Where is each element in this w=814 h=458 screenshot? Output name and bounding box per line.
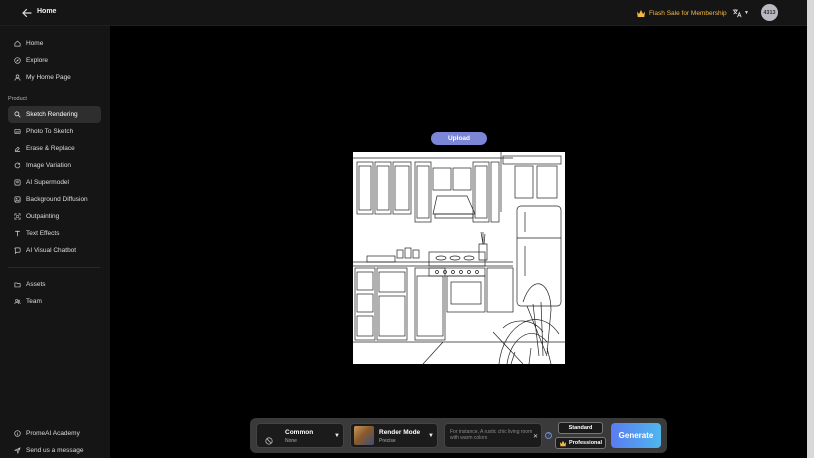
flash-sale-link[interactable]: Flash Sale for Membership bbox=[636, 7, 727, 19]
render-mode-selector[interactable]: Render Mode Precise ▼ bbox=[350, 423, 438, 448]
crown-icon bbox=[637, 9, 645, 17]
flash-sale-label: Flash Sale for Membership bbox=[649, 9, 727, 17]
sidebar-item-label: Team bbox=[26, 298, 42, 305]
caret-down-icon: ▼ bbox=[334, 433, 340, 439]
translate-icon bbox=[732, 9, 742, 18]
photo-icon bbox=[14, 128, 21, 135]
section-label-product: Product bbox=[8, 96, 27, 102]
home-icon bbox=[14, 40, 21, 47]
refresh-icon bbox=[14, 162, 21, 169]
sidebar-item-my-home-page[interactable]: My Home Page bbox=[8, 69, 101, 86]
sidebar-item-label: My Home Page bbox=[26, 74, 71, 81]
folder-icon bbox=[14, 281, 21, 288]
sidebar-item-label: Text Effects bbox=[26, 230, 60, 237]
sidebar: Home Explore My Home Page Product Sketch… bbox=[0, 26, 110, 458]
crown-icon bbox=[559, 440, 567, 446]
sidebar-divider bbox=[8, 267, 100, 268]
text-icon bbox=[14, 230, 21, 237]
eraser-icon bbox=[14, 145, 21, 152]
style-selector[interactable]: Common None ▼ bbox=[256, 423, 344, 448]
sidebar-item-label: Send us a message bbox=[26, 447, 84, 454]
sidebar-item-label: Background Diffusion bbox=[26, 196, 88, 203]
render-mode-title: Render Mode bbox=[379, 429, 421, 436]
team-icon bbox=[14, 298, 21, 305]
sidebar-item-send-message[interactable]: Send us a message bbox=[8, 442, 101, 458]
standard-button[interactable]: Standard bbox=[558, 422, 603, 434]
sidebar-item-label: Home bbox=[26, 40, 44, 47]
avatar[interactable]: 4313 bbox=[761, 4, 778, 21]
sidebar-item-label: Sketch Rendering bbox=[26, 111, 78, 118]
image-icon bbox=[14, 196, 21, 203]
style-value: None bbox=[285, 438, 297, 444]
sidebar-item-label: Image Variation bbox=[26, 162, 72, 169]
sidebar-item-label: Assets bbox=[26, 281, 46, 288]
back-arrow-icon[interactable] bbox=[20, 6, 34, 20]
caret-down-icon: ▼ bbox=[428, 433, 434, 439]
window-scrollbar[interactable] bbox=[807, 0, 814, 458]
professional-label: Professional bbox=[568, 440, 602, 446]
sketch-icon bbox=[14, 111, 21, 118]
sidebar-item-sketch-rendering[interactable]: Sketch Rendering bbox=[8, 106, 101, 123]
prompt-input[interactable]: For instance, A rustic chic living room … bbox=[444, 423, 542, 448]
sidebar-item-image-variation[interactable]: Image Variation bbox=[8, 157, 101, 174]
sidebar-item-assets[interactable]: Assets bbox=[8, 276, 101, 293]
sidebar-item-photo-to-sketch[interactable]: Photo To Sketch bbox=[8, 123, 101, 140]
sidebar-item-label: PromeAI Academy bbox=[26, 430, 80, 437]
top-bar: Home Flash Sale for Membership ▼ 4313 bbox=[0, 0, 807, 26]
chevron-down-icon: ▼ bbox=[744, 10, 749, 16]
sidebar-item-label: Erase & Replace bbox=[26, 145, 75, 152]
user-icon bbox=[14, 74, 21, 81]
help-icon[interactable]: ? bbox=[545, 432, 552, 439]
sidebar-item-team[interactable]: Team bbox=[8, 293, 101, 310]
model-icon bbox=[14, 179, 21, 186]
generation-toolbar: Common None ▼ Render Mode Precise ▼ For … bbox=[250, 418, 667, 453]
sidebar-item-outpainting[interactable]: Outpainting bbox=[8, 208, 101, 225]
sidebar-item-erase-replace[interactable]: Erase & Replace bbox=[8, 140, 101, 157]
prompt-placeholder: For instance, A rustic chic living room … bbox=[450, 429, 533, 441]
info-icon bbox=[14, 430, 21, 437]
compass-icon bbox=[14, 57, 21, 64]
sidebar-item-label: Outpainting bbox=[26, 213, 60, 220]
sidebar-item-label: AI Supermodel bbox=[26, 179, 69, 186]
sidebar-item-background-diffusion[interactable]: Background Diffusion bbox=[8, 191, 101, 208]
sidebar-item-label: AI Visual Chatbot bbox=[26, 247, 77, 254]
sketch-image bbox=[353, 152, 565, 365]
clear-icon[interactable]: ✕ bbox=[533, 433, 538, 440]
send-icon bbox=[14, 447, 21, 454]
style-title: Common bbox=[285, 429, 314, 436]
language-switcher[interactable]: ▼ bbox=[732, 6, 750, 20]
sidebar-item-home[interactable]: Home bbox=[8, 35, 101, 52]
none-icon bbox=[265, 432, 273, 445]
sidebar-item-promeai-academy[interactable]: PromeAI Academy bbox=[8, 425, 101, 442]
generate-button[interactable]: Generate bbox=[611, 423, 661, 448]
sidebar-item-ai-visual-chatbot[interactable]: AI Visual Chatbot bbox=[8, 242, 101, 259]
render-mode-thumbnail bbox=[354, 426, 374, 445]
sidebar-item-ai-supermodel[interactable]: AI Supermodel bbox=[8, 174, 101, 191]
sidebar-item-label: Explore bbox=[26, 57, 49, 64]
sidebar-item-text-effects[interactable]: Text Effects bbox=[8, 225, 101, 242]
sidebar-item-explore[interactable]: Explore bbox=[8, 52, 101, 69]
chat-icon bbox=[14, 247, 21, 254]
expand-icon bbox=[14, 213, 21, 220]
upload-button[interactable]: Upload bbox=[431, 132, 487, 145]
professional-button[interactable]: Professional bbox=[555, 437, 606, 449]
render-mode-value: Precise bbox=[379, 438, 396, 444]
page-title: Home bbox=[37, 8, 57, 15]
sidebar-item-label: Photo To Sketch bbox=[26, 128, 74, 135]
